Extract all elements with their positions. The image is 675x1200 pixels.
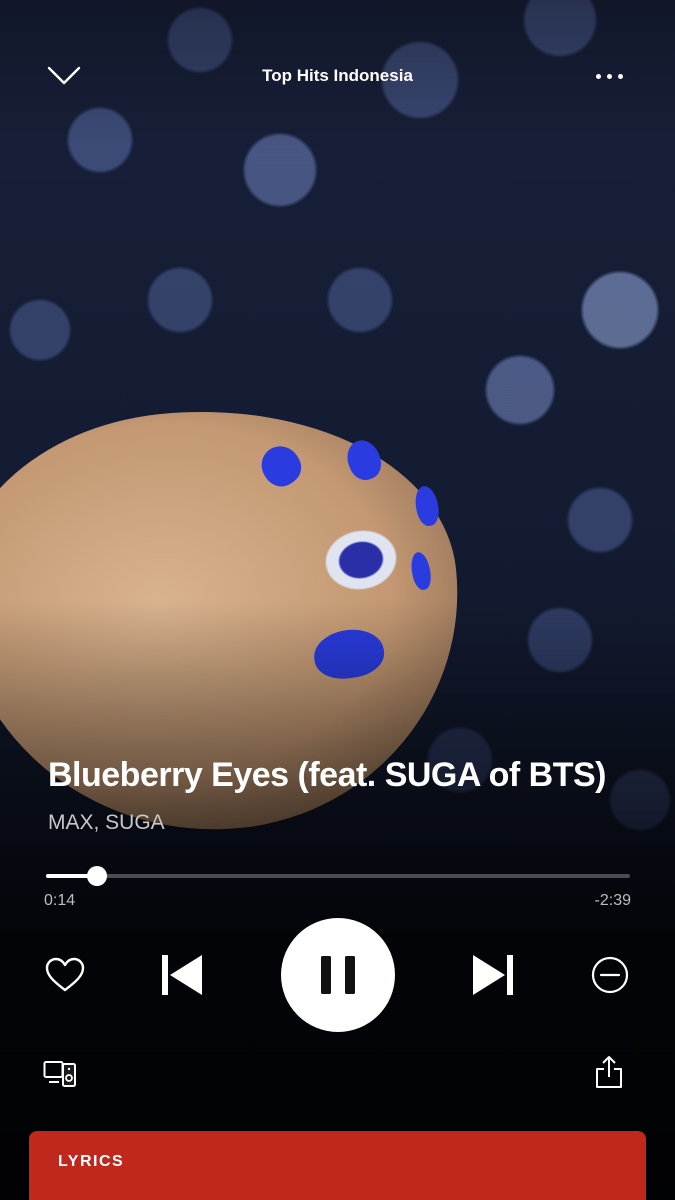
skip-previous-icon xyxy=(162,955,202,995)
heart-outline-icon xyxy=(45,957,85,992)
lyrics-card[interactable]: LYRICS xyxy=(29,1131,646,1200)
more-dots-icon-dot xyxy=(606,73,612,79)
previous-button[interactable] xyxy=(157,951,207,999)
progress-thumb[interactable] xyxy=(87,866,108,886)
share-button[interactable] xyxy=(593,1054,625,1090)
like-button[interactable] xyxy=(43,953,87,997)
track-title: Blueberry Eyes (feat. SUGA of BTS) xyxy=(48,756,606,794)
share-icon xyxy=(596,1056,622,1088)
more-dots-icon xyxy=(595,73,601,79)
now-playing-screen: Top Hits Indonesia Blueberry Eyes (feat.… xyxy=(0,0,675,1200)
minus-circle-icon xyxy=(591,956,629,994)
skip-next-icon xyxy=(473,955,513,995)
pause-icon xyxy=(321,956,355,994)
more-options-button[interactable] xyxy=(587,56,631,96)
playlist-title: Top Hits Indonesia xyxy=(262,66,413,85)
track-artist[interactable]: MAX, SUGA xyxy=(48,811,638,835)
top-bar: Top Hits Indonesia xyxy=(0,48,675,104)
devices-icon xyxy=(43,1061,76,1087)
more-dots-icon-dot xyxy=(617,73,623,79)
time-elapsed: 0:14 xyxy=(44,892,76,909)
play-pause-button[interactable] xyxy=(281,918,395,1032)
lyrics-label: LYRICS xyxy=(58,1153,125,1170)
playback-controls xyxy=(0,918,675,1032)
progress-bar[interactable] xyxy=(46,866,630,886)
time-remaining: -2:39 xyxy=(594,892,631,909)
progress-track xyxy=(46,874,630,878)
devices-button[interactable] xyxy=(42,1058,78,1090)
next-button[interactable] xyxy=(468,951,518,999)
track-info: Blueberry Eyes (feat. SUGA of BTS) MAX, … xyxy=(48,756,638,835)
hide-song-button[interactable] xyxy=(588,953,632,997)
